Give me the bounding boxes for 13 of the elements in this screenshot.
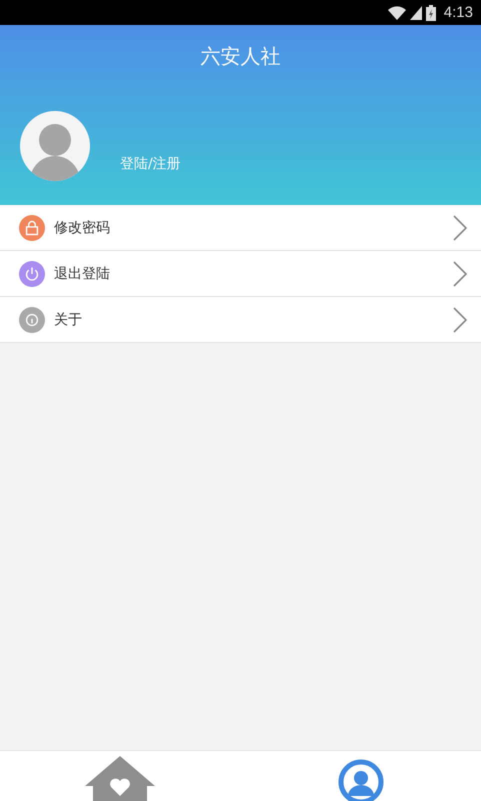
chevron-icon <box>453 260 467 286</box>
clock: 4:13 <box>444 4 473 21</box>
battery-icon <box>426 4 436 20</box>
app-title: 六安人社 <box>200 43 280 70</box>
chevron-icon <box>453 214 467 240</box>
menu-item[interactable]: 退出登陆 <box>0 251 481 297</box>
avatar-icon[interactable] <box>20 111 90 181</box>
menu-item[interactable]: 关于 <box>0 297 481 343</box>
home-icon[interactable] <box>85 756 156 801</box>
signal-icon <box>410 6 422 20</box>
wifi-icon <box>388 6 406 20</box>
menu-item[interactable]: 修改密码 <box>0 205 481 251</box>
chevron-icon <box>453 306 467 332</box>
